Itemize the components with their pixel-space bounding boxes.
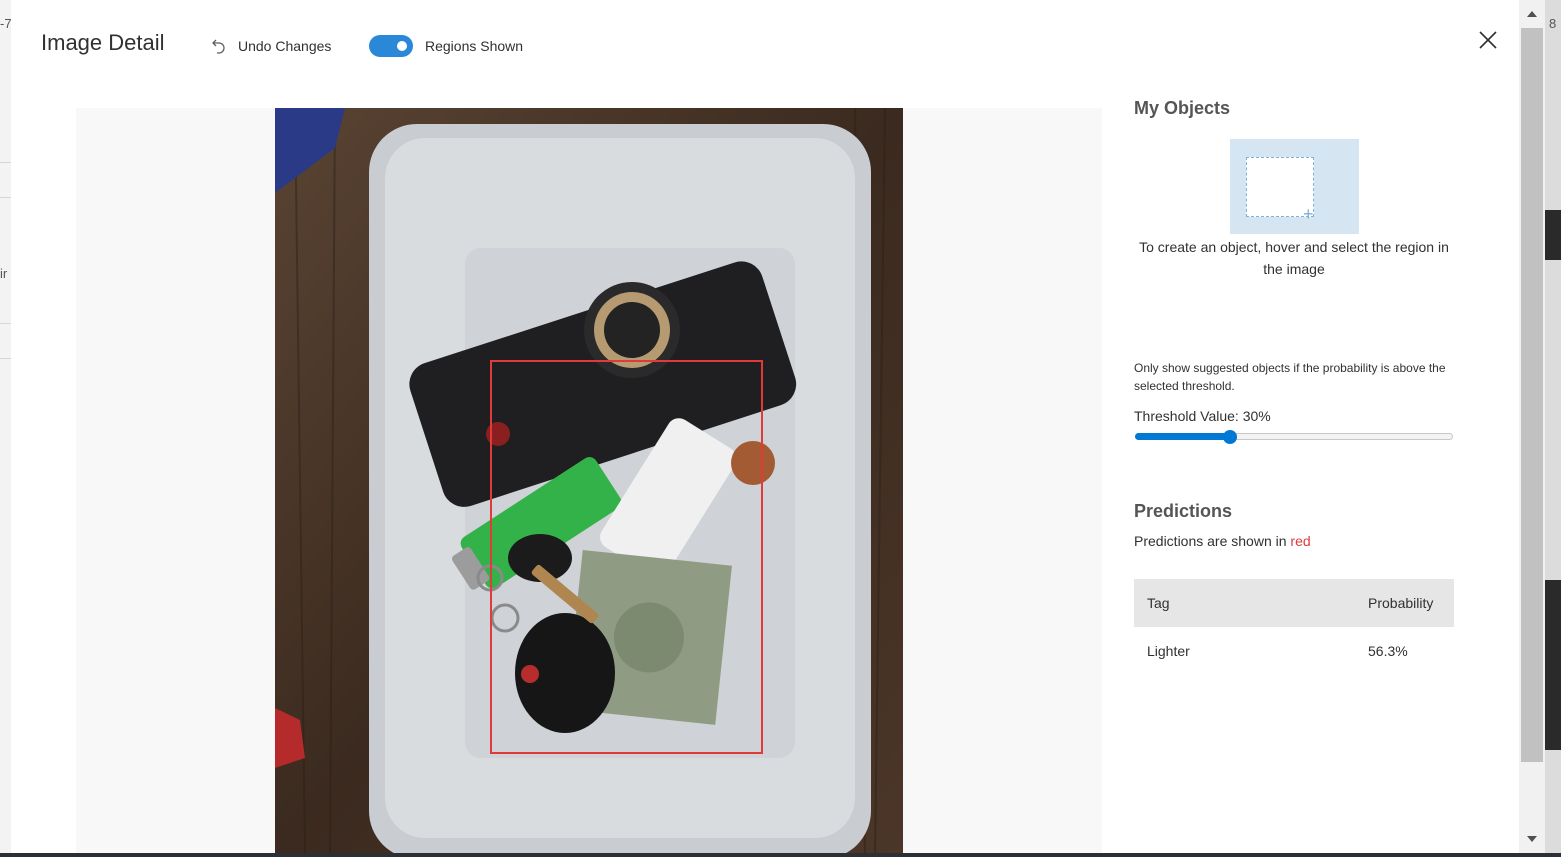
table-header: Tag Probability [1134,579,1454,627]
threshold-note: Only show suggested objects if the proba… [1134,361,1446,393]
background-divider [0,197,11,198]
slider-fill [1135,433,1231,440]
predictions-note: Predictions are shown in red [1134,533,1311,549]
image-detail-modal: Image Detail Undo Changes Regions Shown [11,0,1519,853]
background-divider [0,162,11,163]
background-block [1545,580,1561,750]
predictions-color-word: red [1290,533,1311,549]
toggle-knob [397,41,407,51]
taskbar-strip [0,853,1561,857]
regions-toggle[interactable] [369,35,413,57]
create-object-hint: To create an object, hover and select th… [1139,239,1449,277]
photo [275,108,903,853]
regions-toggle-label: Regions Shown [425,38,524,54]
column-header-probability[interactable]: Probability [1368,595,1454,611]
prediction-region-lighter[interactable] [490,360,763,754]
background-text: -7 [0,16,12,31]
undo-icon [212,39,225,54]
predictions-title: Predictions [1134,501,1233,521]
row-tag: Lighter [1147,643,1190,659]
slider-thumb[interactable] [1223,430,1238,444]
threshold-label: Threshold Value: 30% [1134,408,1271,424]
my-objects-title: My Objects [1134,98,1231,118]
row-probability: 56.3% [1368,643,1408,659]
undo-changes-button[interactable]: Undo Changes [210,34,331,58]
plus-icon: + [1303,204,1314,224]
vertical-scrollbar[interactable] [1519,0,1545,853]
predictions-note-text: Predictions are shown in [1134,533,1291,549]
background-page-right: 8 [1545,0,1561,857]
regions-toggle-group: Regions Shown [369,34,523,58]
background-divider [0,358,11,359]
threshold-slider[interactable] [1134,430,1454,444]
scroll-up-arrow-icon[interactable] [1519,0,1545,28]
scroll-down-arrow-icon[interactable] [1519,825,1545,853]
scrollbar-thumb[interactable] [1521,28,1543,762]
background-text: 8 [1549,16,1557,31]
predictions-table: Tag Probability Lighter 56.3% [1134,579,1454,675]
undo-changes-label: Undo Changes [238,38,332,54]
column-header-tag[interactable]: Tag [1134,595,1368,611]
background-divider [0,323,11,324]
modal-title: Image Detail [41,30,165,55]
background-block [1545,210,1561,260]
add-region-button[interactable]: + [1230,139,1359,234]
table-row[interactable]: Lighter 56.3% [1134,627,1454,675]
close-icon[interactable] [1474,26,1502,54]
background-text: ir [0,266,8,281]
image-canvas[interactable] [76,108,1102,853]
